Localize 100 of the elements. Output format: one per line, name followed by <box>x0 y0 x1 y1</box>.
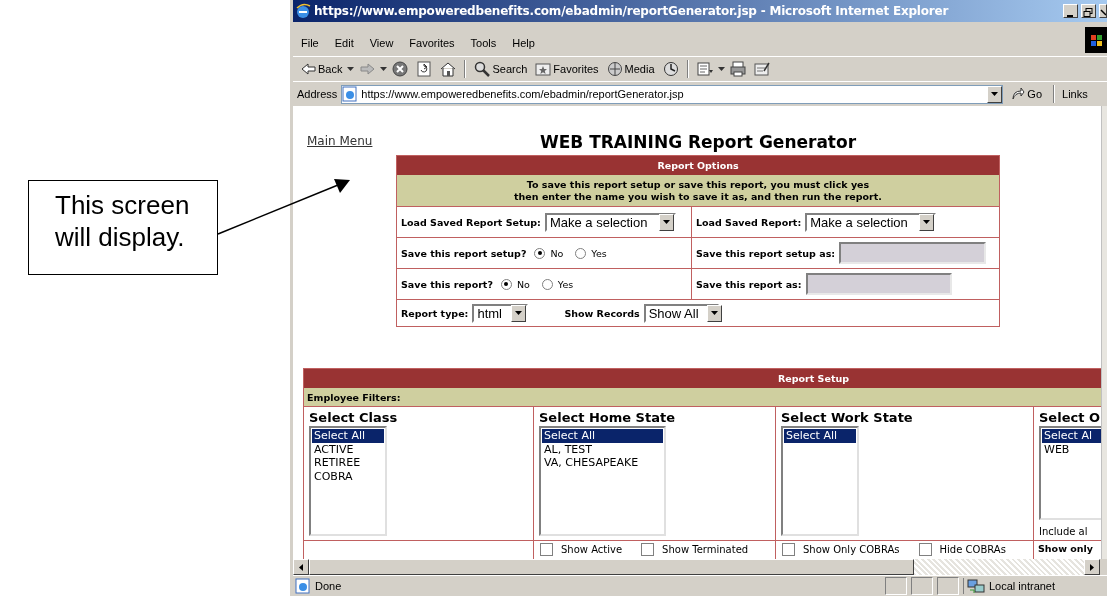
list-option[interactable]: WEB <box>1042 442 1101 456</box>
status-pane <box>937 577 959 595</box>
network-icon <box>967 578 985 594</box>
address-label: Address <box>297 88 338 100</box>
media-button[interactable]: Media <box>603 60 658 78</box>
edit-icon <box>753 61 770 77</box>
address-field[interactable]: https://www.empoweredbenefits.com/ebadmin/reportGenerator.jsp <box>341 84 1004 104</box>
radio-button[interactable]: Yes <box>571 247 611 259</box>
list-option[interactable]: Select All <box>542 429 663 443</box>
field-label: Save this report setup? <box>401 247 527 259</box>
window-title: https://www.empoweredbenefits.com/ebadmin/reportGenerator.jsp - Microsoft Internet Explorer <box>314 4 950 18</box>
field-label: Save this report as: <box>696 278 802 290</box>
menu-item[interactable]: Edit <box>326 37 362 56</box>
list-box[interactable]: Select Al WEB <box>1039 426 1101 520</box>
field-label: Show only <box>1038 543 1093 554</box>
field-label: Save this report? <box>401 278 493 290</box>
radio-button[interactable]: No <box>530 247 568 259</box>
favorites-icon <box>535 61 552 77</box>
restore-icon[interactable] <box>1081 4 1096 18</box>
list-title: Select Class <box>309 410 399 425</box>
checkbox[interactable]: Show Terminated <box>641 543 749 556</box>
list-option[interactable]: VA, CHESAPEAKE <box>542 456 663 470</box>
field-label: Save this report setup as: <box>696 247 836 259</box>
arrow-icon <box>300 61 316 77</box>
caret-icon <box>919 213 935 231</box>
caret-icon[interactable] <box>380 67 388 71</box>
links-button[interactable]: Links <box>1062 88 1088 100</box>
arrow-icon <box>1011 87 1026 101</box>
caret-icon[interactable] <box>347 67 355 71</box>
list-box[interactable]: Select All AL, TEST VA, CHESAPEAKE <box>539 426 666 536</box>
home-icon <box>440 61 457 77</box>
text-field[interactable] <box>805 273 952 295</box>
page-icon <box>295 578 311 594</box>
page-title: WEB TRAINING Report Generator <box>538 132 858 152</box>
radio-button[interactable]: Yes <box>537 278 578 290</box>
notice-text: To save this report setup or save this report, you must click yes then enter the name you wish to save it as, and then run the report. <box>397 175 999 207</box>
go-button[interactable]: Go <box>1007 87 1047 101</box>
stop-icon <box>392 61 409 77</box>
panel-header: Report Options <box>397 156 999 175</box>
field-label: Show Records <box>564 307 640 319</box>
list-option[interactable]: Select All <box>312 429 384 443</box>
mail-icon <box>696 61 713 77</box>
menu-item[interactable]: Help <box>504 37 543 56</box>
right-arrow-icon <box>1090 563 1094 571</box>
menu-item[interactable]: File <box>293 37 327 56</box>
status-pane <box>911 577 933 595</box>
list-option[interactable]: RETIREE <box>312 456 384 470</box>
list-box[interactable]: Select All ACTIVE RETIREE COBRA <box>309 426 387 536</box>
callout-text: This screen will display. <box>28 180 218 275</box>
back-button[interactable]: Back <box>297 60 346 78</box>
list-title: Select Work State <box>781 410 914 425</box>
arrow-icon <box>359 61 376 77</box>
left-arrow-icon <box>299 563 303 571</box>
scroll-left-button[interactable] <box>293 559 309 575</box>
caret-icon <box>658 213 674 231</box>
minimize-icon[interactable] <box>1063 4 1078 18</box>
caret-icon <box>987 85 1003 103</box>
menu-item[interactable]: View <box>361 37 402 56</box>
checkbox[interactable]: Show Only COBRAs <box>782 543 900 556</box>
status-pane <box>885 577 907 595</box>
dropdown[interactable]: Show All <box>643 303 719 323</box>
list-title: Select O <box>1039 410 1101 425</box>
search-button[interactable]: Search <box>471 60 531 78</box>
main-menu-link[interactable]: Main Menu <box>307 134 396 148</box>
scrollbar[interactable] <box>293 559 1107 575</box>
radio-button[interactable]: No <box>496 278 534 290</box>
caret-icon <box>511 304 527 322</box>
print-icon <box>729 61 746 77</box>
list-option[interactable]: Select Al <box>1042 429 1101 443</box>
field-label: Load Saved Report: <box>696 216 802 228</box>
dropdown[interactable]: html <box>472 303 529 323</box>
history-icon <box>662 61 679 77</box>
list-option[interactable]: ACTIVE <box>312 442 384 456</box>
list-option[interactable]: Select All <box>784 429 856 443</box>
note-text: Include al <box>1039 526 1089 537</box>
scroll-right-button[interactable] <box>1084 559 1100 575</box>
text-field[interactable] <box>839 242 987 264</box>
close-icon[interactable] <box>1099 4 1107 18</box>
dropdown[interactable]: Make a selection <box>805 212 937 232</box>
media-icon <box>606 61 623 77</box>
checkbox[interactable]: Show Active <box>540 543 623 556</box>
caret-icon <box>706 304 722 322</box>
list-option[interactable]: AL, TEST <box>542 442 663 456</box>
search-icon <box>474 61 491 77</box>
scrollbar[interactable] <box>1101 106 1107 559</box>
list-box[interactable]: Select All <box>781 426 859 536</box>
favorites-button[interactable]: Favorites <box>532 60 602 78</box>
status-text: Done <box>315 580 342 592</box>
caret-icon[interactable] <box>717 67 725 71</box>
menu-item[interactable]: Favorites <box>401 37 463 56</box>
browser-logo-icon <box>295 3 311 19</box>
checkbox[interactable]: Hide COBRAs <box>918 543 1006 556</box>
field-label: Load Saved Report Setup: <box>401 216 541 228</box>
menu-item[interactable]: Tools <box>462 37 505 56</box>
panel-header: Report Setup <box>304 369 1101 388</box>
zone-text: Local intranet <box>989 580 1056 592</box>
list-option[interactable]: COBRA <box>312 469 384 483</box>
scroll-thumb[interactable] <box>309 559 914 575</box>
dropdown[interactable]: Make a selection <box>544 212 676 232</box>
field-label: Report type: <box>401 307 469 319</box>
